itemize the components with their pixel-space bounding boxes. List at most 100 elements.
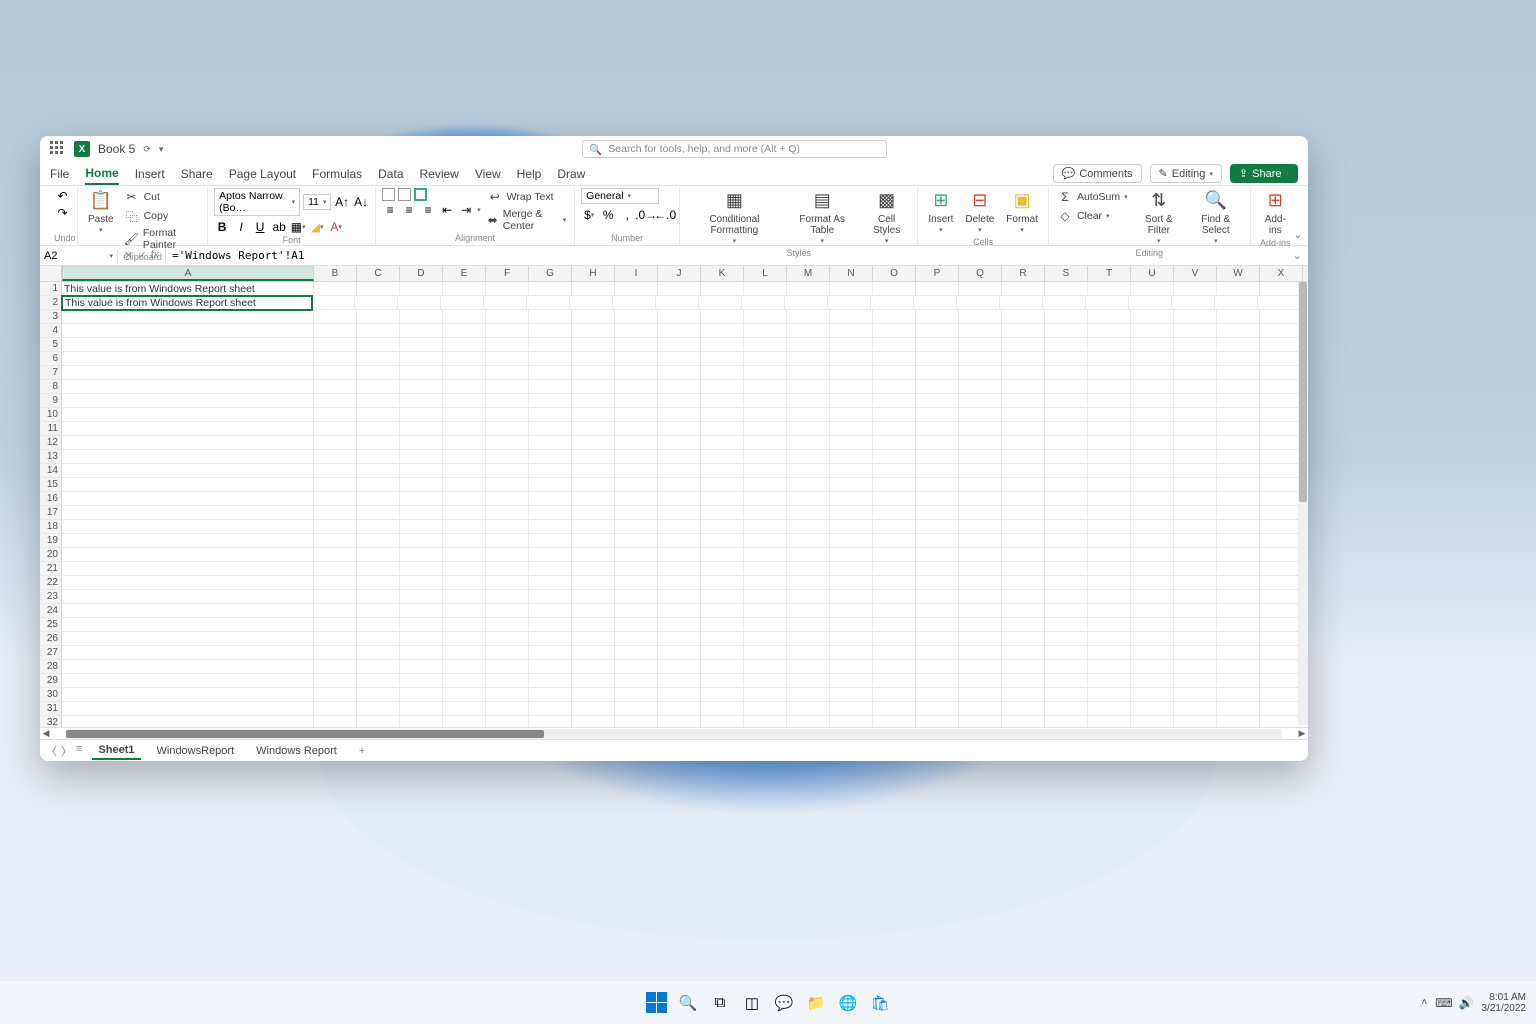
cell-P30[interactable] [916, 688, 959, 702]
cell-V25[interactable] [1174, 618, 1217, 632]
cell-P22[interactable] [916, 576, 959, 590]
cell-B31[interactable] [314, 702, 357, 716]
cell-W7[interactable] [1217, 366, 1260, 380]
row-header[interactable]: 8 [40, 380, 62, 394]
cell-F13[interactable] [486, 450, 529, 464]
cell-H14[interactable] [572, 464, 615, 478]
cell-V27[interactable] [1174, 646, 1217, 660]
cell-B15[interactable] [314, 478, 357, 492]
cell-S30[interactable] [1045, 688, 1088, 702]
cell-X24[interactable] [1260, 604, 1303, 618]
cell-X15[interactable] [1260, 478, 1303, 492]
cell-C17[interactable] [357, 506, 400, 520]
cell-T21[interactable] [1088, 562, 1131, 576]
hscroll-track[interactable] [66, 729, 1282, 739]
tray-language-icon[interactable]: ⌨ [1435, 996, 1452, 1010]
cell-L13[interactable] [744, 450, 787, 464]
cell-L7[interactable] [744, 366, 787, 380]
cell-J25[interactable] [658, 618, 701, 632]
cell-U4[interactable] [1131, 324, 1174, 338]
cell-B26[interactable] [314, 632, 357, 646]
cell-D18[interactable] [400, 520, 443, 534]
cell-T11[interactable] [1088, 422, 1131, 436]
menu-page-layout[interactable]: Page Layout [229, 164, 296, 184]
cell-J18[interactable] [658, 520, 701, 534]
cell-K24[interactable] [701, 604, 744, 618]
cell-L21[interactable] [744, 562, 787, 576]
cell-V32[interactable] [1174, 716, 1217, 727]
menu-view[interactable]: View [475, 164, 501, 184]
cell-V12[interactable] [1174, 436, 1217, 450]
cell-E22[interactable] [443, 576, 486, 590]
cell-M21[interactable] [787, 562, 830, 576]
cell-B4[interactable] [314, 324, 357, 338]
cell-T13[interactable] [1088, 450, 1131, 464]
cell-C14[interactable] [357, 464, 400, 478]
cell-P20[interactable] [916, 548, 959, 562]
cell-X5[interactable] [1260, 338, 1303, 352]
cell-N22[interactable] [830, 576, 873, 590]
cell-K9[interactable] [701, 394, 744, 408]
cell-Q21[interactable] [959, 562, 1002, 576]
cell-A22[interactable] [62, 576, 314, 590]
cell-C4[interactable] [357, 324, 400, 338]
cell-W30[interactable] [1217, 688, 1260, 702]
cell-B2[interactable] [312, 296, 355, 310]
cell-W12[interactable] [1217, 436, 1260, 450]
ribbon-collapse-icon[interactable]: ⌄ [1294, 230, 1302, 241]
cell-M30[interactable] [787, 688, 830, 702]
cell-T4[interactable] [1088, 324, 1131, 338]
cell-X26[interactable] [1260, 632, 1303, 646]
cell-K21[interactable] [701, 562, 744, 576]
cell-D16[interactable] [400, 492, 443, 506]
cell-J13[interactable] [658, 450, 701, 464]
cell-B8[interactable] [314, 380, 357, 394]
row-header[interactable]: 23 [40, 590, 62, 604]
cell-B21[interactable] [314, 562, 357, 576]
cell-V13[interactable] [1174, 450, 1217, 464]
cell-E15[interactable] [443, 478, 486, 492]
cell-Q27[interactable] [959, 646, 1002, 660]
cell-R9[interactable] [1002, 394, 1045, 408]
cell-F3[interactable] [486, 310, 529, 324]
cell-H21[interactable] [572, 562, 615, 576]
cell-K28[interactable] [701, 660, 744, 674]
cell-J8[interactable] [658, 380, 701, 394]
cell-I14[interactable] [615, 464, 658, 478]
cell-P3[interactable] [916, 310, 959, 324]
cell-W3[interactable] [1217, 310, 1260, 324]
cell-L15[interactable] [744, 478, 787, 492]
cell-A30[interactable] [62, 688, 314, 702]
cell-C12[interactable] [357, 436, 400, 450]
cell-E10[interactable] [443, 408, 486, 422]
cell-Q29[interactable] [959, 674, 1002, 688]
col-header-W[interactable]: W [1217, 266, 1260, 281]
cell-L4[interactable] [744, 324, 787, 338]
cell-V24[interactable] [1174, 604, 1217, 618]
cell-A15[interactable] [62, 478, 314, 492]
cell-O22[interactable] [873, 576, 916, 590]
cell-O32[interactable] [873, 716, 916, 727]
cell-S23[interactable] [1045, 590, 1088, 604]
cell-E28[interactable] [443, 660, 486, 674]
cell-H19[interactable] [572, 534, 615, 548]
cell-A7[interactable] [62, 366, 314, 380]
cell-D20[interactable] [400, 548, 443, 562]
col-header-P[interactable]: P [916, 266, 959, 281]
cell-B10[interactable] [314, 408, 357, 422]
cell-O23[interactable] [873, 590, 916, 604]
cell-W32[interactable] [1217, 716, 1260, 727]
cell-N20[interactable] [830, 548, 873, 562]
cell-S13[interactable] [1045, 450, 1088, 464]
cell-M12[interactable] [787, 436, 830, 450]
sheet-tab-windowsreport[interactable]: WindowsReport [151, 743, 241, 759]
cell-K29[interactable] [701, 674, 744, 688]
cell-A6[interactable] [62, 352, 314, 366]
cell-S15[interactable] [1045, 478, 1088, 492]
cell-U29[interactable] [1131, 674, 1174, 688]
cell-E3[interactable] [443, 310, 486, 324]
cell-U8[interactable] [1131, 380, 1174, 394]
cell-D6[interactable] [400, 352, 443, 366]
cell-Q23[interactable] [959, 590, 1002, 604]
cell-E1[interactable] [443, 282, 486, 296]
